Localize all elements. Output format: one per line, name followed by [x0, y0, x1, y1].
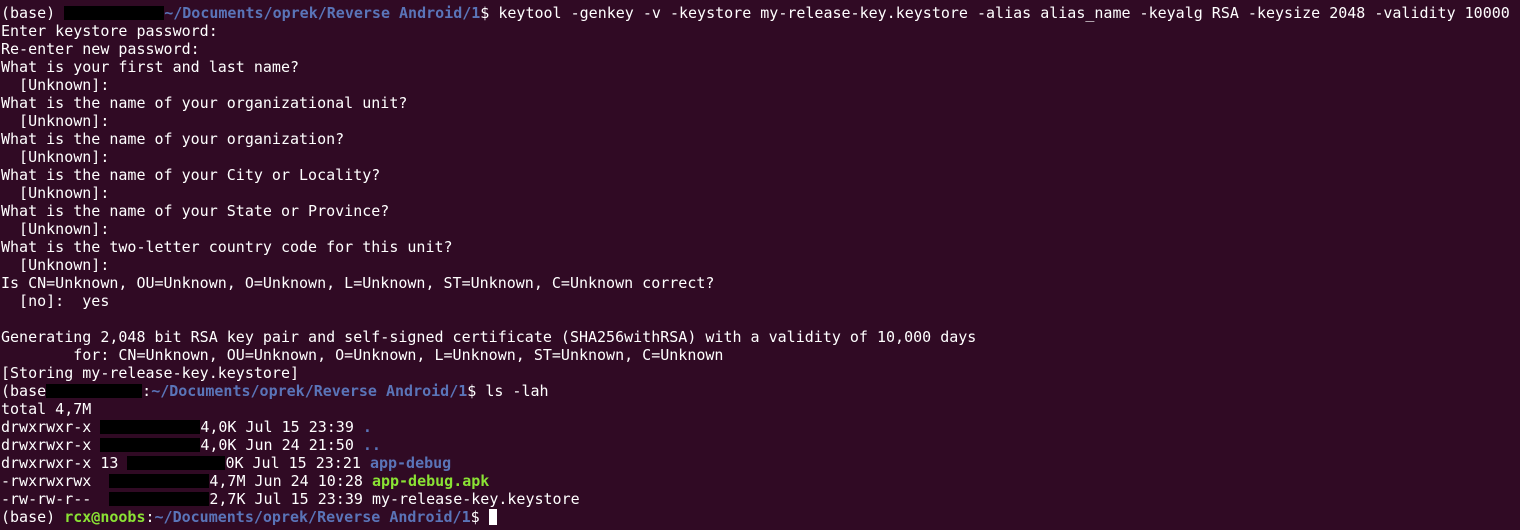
output-line: Re-enter new password:	[1, 40, 200, 58]
ls-date: Jul 15 23:39	[245, 418, 354, 436]
output-line: [Unknown]:	[1, 256, 110, 274]
output-line: What is your first and last name?	[1, 58, 300, 76]
ls-name-dir[interactable]: .	[363, 418, 372, 436]
ls-row: drwxrwxr-x 4,0K Jul 15 23:39 .	[1, 418, 1520, 436]
ls-size: 4,0K	[200, 436, 237, 454]
ls-name-dir[interactable]: app-debug	[370, 454, 451, 472]
ls-size: 4,7M	[209, 472, 246, 490]
ls-date: Jun 24 21:50	[245, 436, 354, 454]
output-line: What is the two-letter country code for …	[1, 238, 453, 256]
prompt-path: ~/Documents/oprek/Reverse Android/1	[164, 4, 481, 22]
command-keytool: keytool -genkey -v -keystore my-release-…	[498, 4, 1510, 22]
output-line: What is the name of your organizational …	[1, 94, 408, 112]
output-line: Enter keystore password:	[1, 22, 218, 40]
output-line: [Unknown]:	[1, 220, 110, 238]
prompt-user-host: rcx@noobs	[64, 508, 146, 526]
ls-row: drwxrwxr-x 13 0K Jul 15 23:21 app-debug	[1, 454, 1520, 472]
output-line: [Unknown]:	[1, 184, 110, 202]
ls-total: total 4,7M	[1, 400, 92, 418]
output-line: Is CN=Unknown, OU=Unknown, O=Unknown, L=…	[1, 274, 715, 292]
ls-perms: drwxrwxr-x	[1, 436, 92, 454]
ls-date: Jul 15 23:21	[252, 454, 361, 472]
redacted-user-host	[46, 384, 143, 398]
output-line: [Unknown]:	[1, 76, 110, 94]
redacted-owner	[100, 438, 201, 452]
command-ls: ls -lah	[485, 382, 549, 400]
ls-date: Jul 15 23:39	[254, 490, 363, 508]
prompt-symbol: $	[470, 508, 480, 526]
conda-env: (base)	[1, 4, 56, 22]
output-line: What is the name of your City or Localit…	[1, 166, 381, 184]
output-line: [Unknown]:	[1, 112, 110, 130]
terminal-window[interactable]: ‾ (base) ~/Documents/oprek/Reverse Andro…	[0, 0, 1520, 530]
prompt-separator: :	[142, 382, 152, 400]
prompt-path: ~/Documents/oprek/Reverse Android/1	[151, 382, 468, 400]
ls-perms: -rwxrwxrwx	[1, 472, 92, 490]
ls-perms: drwxrwxr-x	[1, 418, 92, 436]
ls-size: 0K	[225, 454, 244, 472]
ls-name-dir[interactable]: ..	[363, 436, 381, 454]
output-line: What is the name of your organization?	[1, 130, 345, 148]
output-line: What is the name of your State or Provin…	[1, 202, 390, 220]
redacted-owner	[100, 420, 201, 434]
prompt-line-ls: (base:~/Documents/oprek/Reverse Android/…	[1, 382, 1520, 400]
ls-date: Jun 24 10:28	[254, 472, 363, 490]
prompt-line-active[interactable]: (base) rcx@noobs:~/Documents/oprek/Rever…	[1, 508, 1520, 526]
redacted-owner	[109, 474, 210, 488]
ls-size: 2,7K	[209, 490, 246, 508]
prompt-symbol: $	[480, 4, 490, 22]
output-line: for: CN=Unknown, OU=Unknown, O=Unknown, …	[1, 346, 724, 364]
ls-name-file[interactable]: my-release-key.keystore	[372, 490, 580, 508]
output-line: Generating 2,048 bit RSA key pair and se…	[1, 328, 977, 346]
ls-name-exec[interactable]: app-debug.apk	[372, 472, 489, 490]
ls-perms: drwxrwxr-x	[1, 454, 92, 472]
conda-env: (base	[1, 382, 47, 400]
text-cursor[interactable]	[488, 509, 497, 525]
ls-links: 13	[100, 454, 119, 472]
ls-perms: -rw-rw-r--	[1, 490, 92, 508]
ls-size: 4,0K	[200, 418, 237, 436]
output-line: [Unknown]:	[1, 148, 110, 166]
ls-row: -rwxrwxrwx 4,7M Jun 24 10:28 app-debug.a…	[1, 472, 1520, 490]
redacted-owner	[109, 492, 210, 506]
prompt-separator: :	[145, 508, 155, 526]
output-line: [Storing my-release-key.keystore]	[1, 364, 300, 382]
output-line: [no]: yes	[1, 292, 110, 310]
prompt-path: ~/Documents/oprek/Reverse Android/1	[154, 508, 471, 526]
redacted-owner	[127, 456, 226, 470]
conda-env: (base)	[1, 508, 56, 526]
ls-row: -rw-rw-r-- 2,7K Jul 15 23:39 my-release-…	[1, 490, 1520, 508]
ls-row: drwxrwxr-x 4,0K Jun 24 21:50 ..	[1, 436, 1520, 454]
redacted-user-host	[64, 6, 165, 20]
prompt-symbol: $	[467, 382, 477, 400]
prompt-line-keytool: (base) ~/Documents/oprek/Reverse Android…	[1, 4, 1520, 22]
